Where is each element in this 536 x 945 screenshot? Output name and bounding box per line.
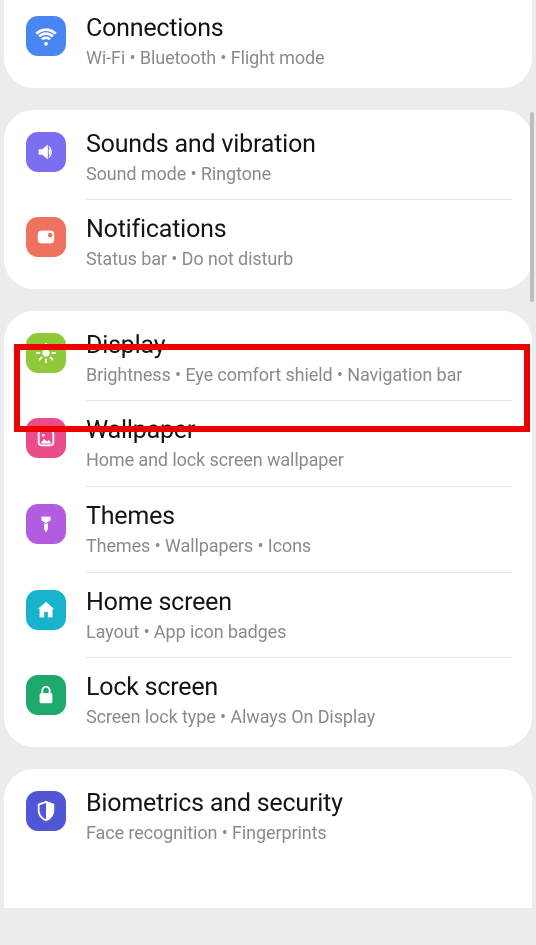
settings-item-themes[interactable]: Themes Themes • Wallpapers • Icons (4, 486, 532, 572)
item-title: Sounds and vibration (86, 130, 512, 160)
settings-group: Sounds and vibration Sound mode • Ringto… (4, 110, 532, 289)
lock-icon (26, 675, 66, 715)
item-subtitle: Sound mode • Ringtone (86, 164, 512, 186)
item-subtitle: Face recognition • Fingerprints (86, 823, 512, 845)
settings-item-lock[interactable]: Lock screen Screen lock type • Always On… (4, 657, 532, 743)
themes-icon (26, 504, 66, 544)
item-title: Display (86, 331, 512, 361)
settings-item-display[interactable]: Display Brightness • Eye comfort shield … (4, 315, 532, 401)
item-subtitle: Status bar • Do not disturb (86, 249, 512, 271)
item-title: Connections (86, 14, 512, 44)
settings-group: Display Brightness • Eye comfort shield … (4, 311, 532, 747)
item-title: Wallpaper (86, 416, 512, 446)
item-title: Home screen (86, 588, 512, 618)
item-title: Biometrics and security (86, 789, 512, 819)
notification-icon (26, 217, 66, 257)
item-subtitle: Themes • Wallpapers • Icons (86, 536, 512, 558)
item-subtitle: Brightness • Eye comfort shield • Naviga… (86, 365, 512, 387)
settings-item-sounds[interactable]: Sounds and vibration Sound mode • Ringto… (4, 114, 532, 200)
settings-item-biometrics[interactable]: Biometrics and security Face recognition… (4, 773, 532, 859)
settings-item-wallpaper[interactable]: Wallpaper Home and lock screen wallpaper (4, 400, 532, 486)
item-subtitle: Layout • App icon badges (86, 622, 512, 644)
settings-item-notifications[interactable]: Notifications Status bar • Do not distur… (4, 199, 532, 285)
settings-item-connections[interactable]: Connections Wi-Fi • Bluetooth • Flight m… (4, 0, 532, 84)
home-icon (26, 590, 66, 630)
item-title: Notifications (86, 215, 512, 245)
item-title: Themes (86, 502, 512, 532)
brightness-icon (26, 333, 66, 373)
shield-icon (26, 791, 66, 831)
item-subtitle: Home and lock screen wallpaper (86, 450, 512, 472)
item-subtitle: Screen lock type • Always On Display (86, 707, 512, 729)
settings-group: Biometrics and security Face recognition… (4, 769, 532, 909)
settings-group: Connections Wi-Fi • Bluetooth • Flight m… (4, 0, 532, 88)
item-subtitle: Wi-Fi • Bluetooth • Flight mode (86, 48, 512, 70)
settings-item-home[interactable]: Home screen Layout • App icon badges (4, 572, 532, 658)
item-title: Lock screen (86, 673, 512, 703)
wifi-icon (26, 16, 66, 56)
wallpaper-icon (26, 418, 66, 458)
speaker-icon (26, 132, 66, 172)
